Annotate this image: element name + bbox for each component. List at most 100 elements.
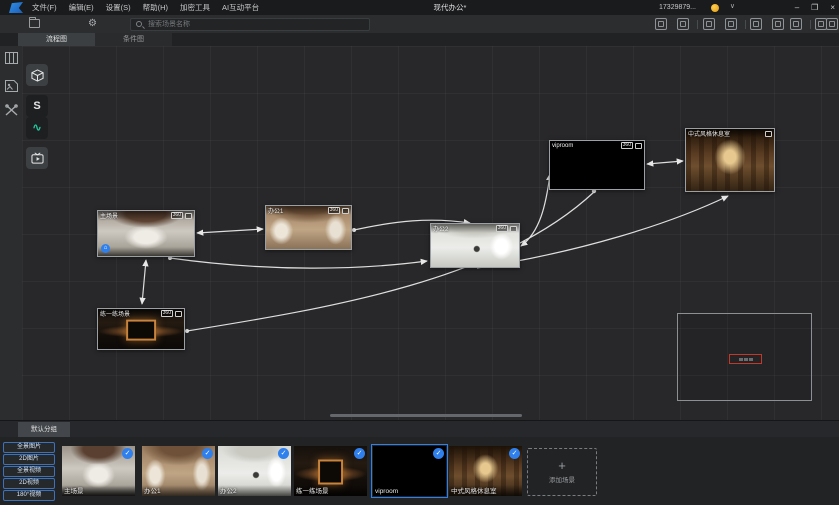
s-tool-icon: S — [33, 101, 40, 112]
menu-file[interactable]: 文件(F) — [32, 2, 57, 13]
toolbar: ⚙ — [0, 15, 839, 33]
cube-icon — [31, 69, 44, 82]
maximize-button[interactable]: ❐ — [811, 0, 818, 15]
badge-360: 360 — [161, 310, 173, 317]
library-scene-office2[interactable]: 办公2 ✓ — [218, 446, 291, 496]
library-scene-lounge[interactable]: 中式风格休息室 ✓ — [449, 446, 522, 496]
transfer-icon[interactable] — [750, 18, 762, 30]
node-type-icon — [510, 226, 517, 232]
check-icon: ✓ — [354, 448, 365, 459]
badge-360: 360 — [621, 142, 633, 149]
scene-library-panel: 默认分组 全景图片 2D图片 全景视频 2D视频 180°视频 主场景 ✓ 办公… — [0, 420, 839, 505]
library-scene-viproom[interactable]: viproom ✓ — [373, 446, 446, 496]
badge-360: 360 — [496, 225, 508, 232]
scene-name: 办公1 — [144, 485, 161, 495]
check-icon: ✓ — [278, 448, 289, 459]
node-type-icon — [185, 213, 192, 219]
account-badge-icon[interactable] — [711, 4, 719, 12]
node-type-icon — [635, 143, 642, 149]
horizontal-scrollbar[interactable] — [330, 414, 522, 417]
menu-help[interactable]: 帮助(H) — [143, 2, 168, 13]
cut-tool-icon[interactable] — [5, 104, 18, 116]
category-2d-video[interactable]: 2D视频 — [3, 478, 55, 489]
project-title: 现代办公* — [390, 0, 510, 15]
category-pano-image[interactable]: 全景图片 — [3, 442, 55, 453]
node-label: 中式风格休息室 — [688, 129, 730, 138]
check-icon: ✓ — [509, 448, 520, 459]
library-scene-office1[interactable]: 办公1 ✓ — [142, 446, 215, 496]
tab-condition[interactable]: 条件图 — [95, 33, 172, 46]
category-pano-video[interactable]: 全景视频 — [3, 466, 55, 477]
scene-node-thumbnail — [686, 129, 774, 191]
node-label: 办公1 — [268, 206, 283, 215]
menubar: 文件(F) 编辑(E) 设置(S) 帮助(H) 加密工具 AI互动平台 — [32, 0, 259, 15]
category-180-video[interactable]: 180°视频 — [3, 490, 55, 501]
account-chevron-down-icon[interactable]: ∨ — [730, 0, 735, 15]
media-library-icon[interactable] — [703, 18, 715, 30]
tab-flowchart[interactable]: 流程图 — [18, 33, 95, 46]
scene-node-viproom[interactable]: viproom 360 — [549, 140, 645, 190]
left-rail — [0, 46, 22, 420]
gear-icon[interactable]: ⚙ — [88, 17, 97, 30]
start-scene-badge: ⌂ — [101, 244, 110, 253]
minimap-viewport[interactable] — [729, 354, 762, 364]
node-label: viproom — [552, 143, 573, 149]
wave-tool-icon: ∿ — [32, 123, 41, 134]
app-logo-icon — [9, 2, 23, 13]
video-play-icon — [31, 152, 44, 164]
close-button[interactable]: × — [830, 0, 835, 15]
add-scene-label: 添加场景 — [549, 474, 575, 484]
search-input[interactable] — [146, 20, 364, 29]
scene-node-practice[interactable]: 练一练场景 360 — [97, 308, 185, 350]
panels-icon[interactable] — [5, 52, 18, 64]
menu-edit[interactable]: 编辑(E) — [69, 2, 94, 13]
node-type-icon — [342, 208, 349, 214]
badge-360: 360 — [328, 207, 340, 214]
search-icon — [136, 21, 142, 27]
badge-360: 360 — [171, 212, 183, 219]
menu-settings[interactable]: 设置(S) — [106, 2, 131, 13]
save-icon[interactable] — [677, 18, 689, 30]
minimap[interactable] — [677, 313, 812, 401]
account-id[interactable]: 17329879... — [659, 0, 696, 15]
scene-node-main[interactable]: 主场景 360 ⌂ — [97, 210, 195, 257]
export-window-icon[interactable] — [725, 18, 737, 30]
node-type-icon — [765, 131, 772, 137]
video-preview-button[interactable] — [26, 147, 48, 169]
menu-encrypt-tool[interactable]: 加密工具 — [180, 2, 210, 13]
node-label: 办公2 — [433, 224, 448, 233]
import-icon[interactable] — [655, 18, 667, 30]
add-scene-button[interactable]: + 添加场景 — [527, 448, 597, 496]
cloud-publish-icon[interactable] — [790, 18, 802, 30]
menu-ai-platform[interactable]: AI互动平台 — [222, 2, 259, 13]
scene-name: 练一练场景 — [296, 485, 329, 495]
media-category-list: 全景图片 2D图片 全景视频 2D视频 180°视频 — [3, 442, 55, 502]
scene-node-lounge[interactable]: 中式风格休息室 — [685, 128, 775, 192]
scene-node-office2[interactable]: 办公2 360 — [430, 223, 520, 268]
library-scene-practice[interactable]: 练一练场景 ✓ — [294, 446, 367, 496]
image-page-icon[interactable] — [5, 80, 18, 92]
node-label: 主场景 — [100, 211, 118, 220]
library-scene-main[interactable]: 主场景 ✓ — [62, 446, 135, 496]
open-project-icon[interactable] — [29, 19, 40, 28]
s-tool-button[interactable]: S — [26, 95, 48, 117]
app-window: 文件(F) 编辑(E) 设置(S) 帮助(H) 加密工具 AI互动平台 现代办公… — [0, 0, 839, 505]
print-icon[interactable] — [772, 18, 784, 30]
plus-icon: + — [558, 461, 566, 471]
titlebar: 文件(F) 编辑(E) 设置(S) 帮助(H) 加密工具 AI互动平台 现代办公… — [0, 0, 839, 15]
minimize-button[interactable]: – — [795, 0, 799, 15]
check-icon: ✓ — [202, 448, 213, 459]
wave-tool-button[interactable]: ∿ — [26, 117, 48, 139]
scene-name: 主场景 — [64, 485, 84, 495]
tab-default-group[interactable]: 默认分组 — [18, 422, 70, 437]
scene-node-office1[interactable]: 办公1 360 — [265, 205, 352, 250]
scene-name: 办公2 — [220, 485, 237, 495]
category-2d-image[interactable]: 2D图片 — [3, 454, 55, 465]
cube-view-button[interactable] — [26, 64, 48, 86]
group-tab-bar: 默认分组 — [0, 421, 839, 437]
fullscreen-icon[interactable] — [826, 18, 838, 30]
check-icon: ✓ — [122, 448, 133, 459]
scene-search[interactable] — [130, 18, 370, 31]
view-tab-bar: 流程图 条件图 — [0, 33, 839, 46]
scene-name: 中式风格休息室 — [451, 485, 497, 495]
